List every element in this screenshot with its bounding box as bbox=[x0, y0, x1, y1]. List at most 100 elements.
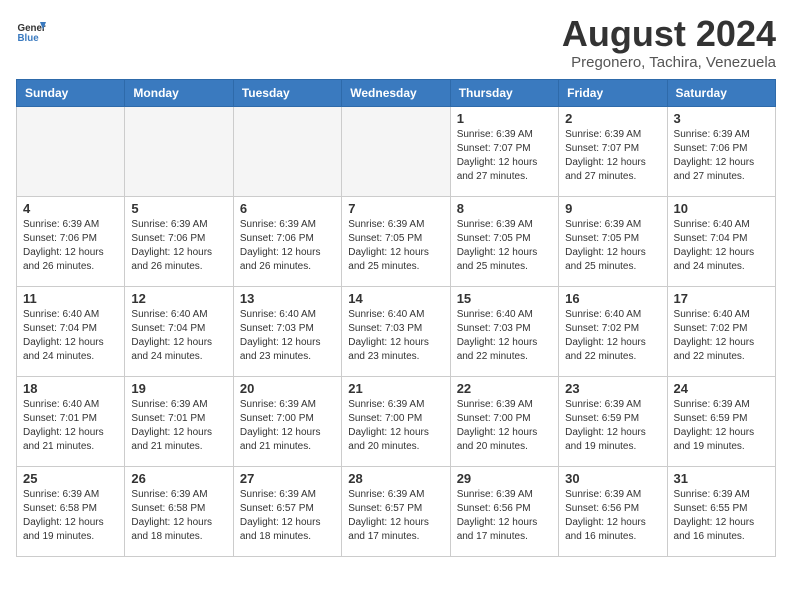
day-of-week-header: Sunday bbox=[17, 80, 125, 107]
day-number: 24 bbox=[674, 381, 769, 396]
day-of-week-header: Wednesday bbox=[342, 80, 450, 107]
day-info: Sunrise: 6:39 AMSunset: 7:00 PMDaylight:… bbox=[348, 398, 443, 454]
day-info: Sunrise: 6:39 AMSunset: 6:59 PMDaylight:… bbox=[674, 398, 769, 454]
day-number: 18 bbox=[23, 381, 118, 396]
day-number: 11 bbox=[23, 291, 118, 306]
day-info: Sunrise: 6:39 AMSunset: 7:06 PMDaylight:… bbox=[23, 218, 118, 274]
day-number: 22 bbox=[457, 381, 552, 396]
day-number: 5 bbox=[131, 201, 226, 216]
day-number: 19 bbox=[131, 381, 226, 396]
day-info: Sunrise: 6:39 AMSunset: 7:00 PMDaylight:… bbox=[240, 398, 335, 454]
day-info: Sunrise: 6:40 AMSunset: 7:04 PMDaylight:… bbox=[674, 218, 769, 274]
day-info: Sunrise: 6:40 AMSunset: 7:04 PMDaylight:… bbox=[131, 308, 226, 364]
day-number: 6 bbox=[240, 201, 335, 216]
day-info: Sunrise: 6:39 AMSunset: 6:56 PMDaylight:… bbox=[457, 488, 552, 544]
calendar-week-row: 18 Sunrise: 6:40 AMSunset: 7:01 PMDayligh… bbox=[17, 377, 776, 467]
day-number: 26 bbox=[131, 471, 226, 486]
calendar-day-cell: 12 Sunrise: 6:40 AMSunset: 7:04 PMDayligh… bbox=[125, 287, 233, 377]
day-info: Sunrise: 6:40 AMSunset: 7:03 PMDaylight:… bbox=[240, 308, 335, 364]
calendar-week-row: 1 Sunrise: 6:39 AMSunset: 7:07 PMDaylight… bbox=[17, 107, 776, 197]
day-number: 4 bbox=[23, 201, 118, 216]
calendar-day-cell: 23 Sunrise: 6:39 AMSunset: 6:59 PMDayligh… bbox=[559, 377, 667, 467]
calendar-day-cell: 17 Sunrise: 6:40 AMSunset: 7:02 PMDayligh… bbox=[667, 287, 775, 377]
calendar-day-cell: 6Sunrise: 6:39 AMSunset: 7:06 PMDaylight… bbox=[233, 197, 341, 287]
day-number: 25 bbox=[23, 471, 118, 486]
calendar-week-row: 11 Sunrise: 6:40 AMSunset: 7:04 PMDayligh… bbox=[17, 287, 776, 377]
day-info: Sunrise: 6:39 AMSunset: 7:06 PMDaylight:… bbox=[131, 218, 226, 274]
day-number: 14 bbox=[348, 291, 443, 306]
calendar-day-cell: 29 Sunrise: 6:39 AMSunset: 6:56 PMDayligh… bbox=[450, 467, 558, 557]
calendar-day-cell: 3 Sunrise: 6:39 AMSunset: 7:06 PMDaylight… bbox=[667, 107, 775, 197]
day-info: Sunrise: 6:39 AMSunset: 7:05 PMDaylight:… bbox=[457, 218, 552, 274]
day-info: Sunrise: 6:39 AMSunset: 6:56 PMDaylight:… bbox=[565, 488, 660, 544]
day-number: 1 bbox=[457, 111, 552, 126]
calendar-day-cell: 21 Sunrise: 6:39 AMSunset: 7:00 PMDayligh… bbox=[342, 377, 450, 467]
day-info: Sunrise: 6:40 AMSunset: 7:01 PMDaylight:… bbox=[23, 398, 118, 454]
day-info: Sunrise: 6:39 AMSunset: 6:57 PMDaylight:… bbox=[240, 488, 335, 544]
day-number: 30 bbox=[565, 471, 660, 486]
calendar-day-cell: 2 Sunrise: 6:39 AMSunset: 7:07 PMDaylight… bbox=[559, 107, 667, 197]
day-number: 3 bbox=[674, 111, 769, 126]
day-of-week-header: Saturday bbox=[667, 80, 775, 107]
page-header: General Blue August 2024 Pregonero, Tach… bbox=[16, 16, 776, 71]
calendar-day-cell: 5 Sunrise: 6:39 AMSunset: 7:06 PMDaylight… bbox=[125, 197, 233, 287]
calendar-day-cell: 4 Sunrise: 6:39 AMSunset: 7:06 PMDaylight… bbox=[17, 197, 125, 287]
day-info: Sunrise: 6:40 AMSunset: 7:03 PMDaylight:… bbox=[457, 308, 552, 364]
month-title: August 2024 bbox=[562, 16, 776, 52]
calendar-day-cell: 14Sunrise: 6:40 AMSunset: 7:03 PMDayligh… bbox=[342, 287, 450, 377]
calendar-day-cell: 31Sunrise: 6:39 AMSunset: 6:55 PMDayligh… bbox=[667, 467, 775, 557]
calendar-day-cell: 15Sunrise: 6:40 AMSunset: 7:03 PMDayligh… bbox=[450, 287, 558, 377]
day-number: 21 bbox=[348, 381, 443, 396]
calendar-week-row: 4 Sunrise: 6:39 AMSunset: 7:06 PMDaylight… bbox=[17, 197, 776, 287]
day-number: 8 bbox=[457, 201, 552, 216]
calendar-day-cell: 25Sunrise: 6:39 AMSunset: 6:58 PMDayligh… bbox=[17, 467, 125, 557]
calendar-day-cell: 26Sunrise: 6:39 AMSunset: 6:58 PMDayligh… bbox=[125, 467, 233, 557]
day-number: 28 bbox=[348, 471, 443, 486]
day-info: Sunrise: 6:39 AMSunset: 6:57 PMDaylight:… bbox=[348, 488, 443, 544]
day-number: 2 bbox=[565, 111, 660, 126]
calendar-day-cell: 30 Sunrise: 6:39 AMSunset: 6:56 PMDayligh… bbox=[559, 467, 667, 557]
day-number: 27 bbox=[240, 471, 335, 486]
day-number: 31 bbox=[674, 471, 769, 486]
svg-text:Blue: Blue bbox=[18, 33, 40, 44]
day-of-week-header: Monday bbox=[125, 80, 233, 107]
calendar-day-cell bbox=[17, 107, 125, 197]
day-of-week-header: Friday bbox=[559, 80, 667, 107]
calendar-day-cell: 9Sunrise: 6:39 AMSunset: 7:05 PMDaylight… bbox=[559, 197, 667, 287]
day-number: 17 bbox=[674, 291, 769, 306]
day-info: Sunrise: 6:40 AMSunset: 7:02 PMDaylight:… bbox=[565, 308, 660, 364]
day-info: Sunrise: 6:40 AMSunset: 7:04 PMDaylight:… bbox=[23, 308, 118, 364]
day-number: 20 bbox=[240, 381, 335, 396]
calendar-week-row: 25Sunrise: 6:39 AMSunset: 6:58 PMDayligh… bbox=[17, 467, 776, 557]
calendar-day-cell bbox=[125, 107, 233, 197]
day-number: 12 bbox=[131, 291, 226, 306]
day-info: Sunrise: 6:39 AMSunset: 7:07 PMDaylight:… bbox=[565, 128, 660, 184]
location-subtitle: Pregonero, Tachira, Venezuela bbox=[562, 54, 776, 71]
day-info: Sunrise: 6:40 AMSunset: 7:02 PMDaylight:… bbox=[674, 308, 769, 364]
day-number: 29 bbox=[457, 471, 552, 486]
day-info: Sunrise: 6:39 AMSunset: 7:05 PMDaylight:… bbox=[348, 218, 443, 274]
calendar-day-cell: 19 Sunrise: 6:39 AMSunset: 7:01 PMDayligh… bbox=[125, 377, 233, 467]
title-area: August 2024 Pregonero, Tachira, Venezuel… bbox=[562, 16, 776, 71]
day-number: 13 bbox=[240, 291, 335, 306]
day-number: 23 bbox=[565, 381, 660, 396]
calendar-day-cell: 7 Sunrise: 6:39 AMSunset: 7:05 PMDaylight… bbox=[342, 197, 450, 287]
day-info: Sunrise: 6:39 AMSunset: 7:07 PMDaylight:… bbox=[457, 128, 552, 184]
calendar-day-cell: 16 Sunrise: 6:40 AMSunset: 7:02 PMDayligh… bbox=[559, 287, 667, 377]
calendar-day-cell: 22 Sunrise: 6:39 AMSunset: 7:00 PMDayligh… bbox=[450, 377, 558, 467]
day-info: Sunrise: 6:39 AMSunset: 7:00 PMDaylight:… bbox=[457, 398, 552, 454]
day-info: Sunrise: 6:39 AMSunset: 7:06 PMDaylight:… bbox=[674, 128, 769, 184]
calendar-day-cell: 1 Sunrise: 6:39 AMSunset: 7:07 PMDaylight… bbox=[450, 107, 558, 197]
day-number: 10 bbox=[674, 201, 769, 216]
calendar-table: SundayMondayTuesdayWednesdayThursdayFrid… bbox=[16, 79, 776, 557]
calendar-day-cell: 13 Sunrise: 6:40 AMSunset: 7:03 PMDayligh… bbox=[233, 287, 341, 377]
calendar-day-cell: 28 Sunrise: 6:39 AMSunset: 6:57 PMDayligh… bbox=[342, 467, 450, 557]
day-info: Sunrise: 6:39 AMSunset: 7:01 PMDaylight:… bbox=[131, 398, 226, 454]
calendar-day-cell: 18 Sunrise: 6:40 AMSunset: 7:01 PMDayligh… bbox=[17, 377, 125, 467]
day-number: 7 bbox=[348, 201, 443, 216]
day-of-week-header: Tuesday bbox=[233, 80, 341, 107]
calendar-day-cell: 11 Sunrise: 6:40 AMSunset: 7:04 PMDayligh… bbox=[17, 287, 125, 377]
day-info: Sunrise: 6:39 AMSunset: 6:59 PMDaylight:… bbox=[565, 398, 660, 454]
day-number: 16 bbox=[565, 291, 660, 306]
calendar-day-cell: 8 Sunrise: 6:39 AMSunset: 7:05 PMDaylight… bbox=[450, 197, 558, 287]
